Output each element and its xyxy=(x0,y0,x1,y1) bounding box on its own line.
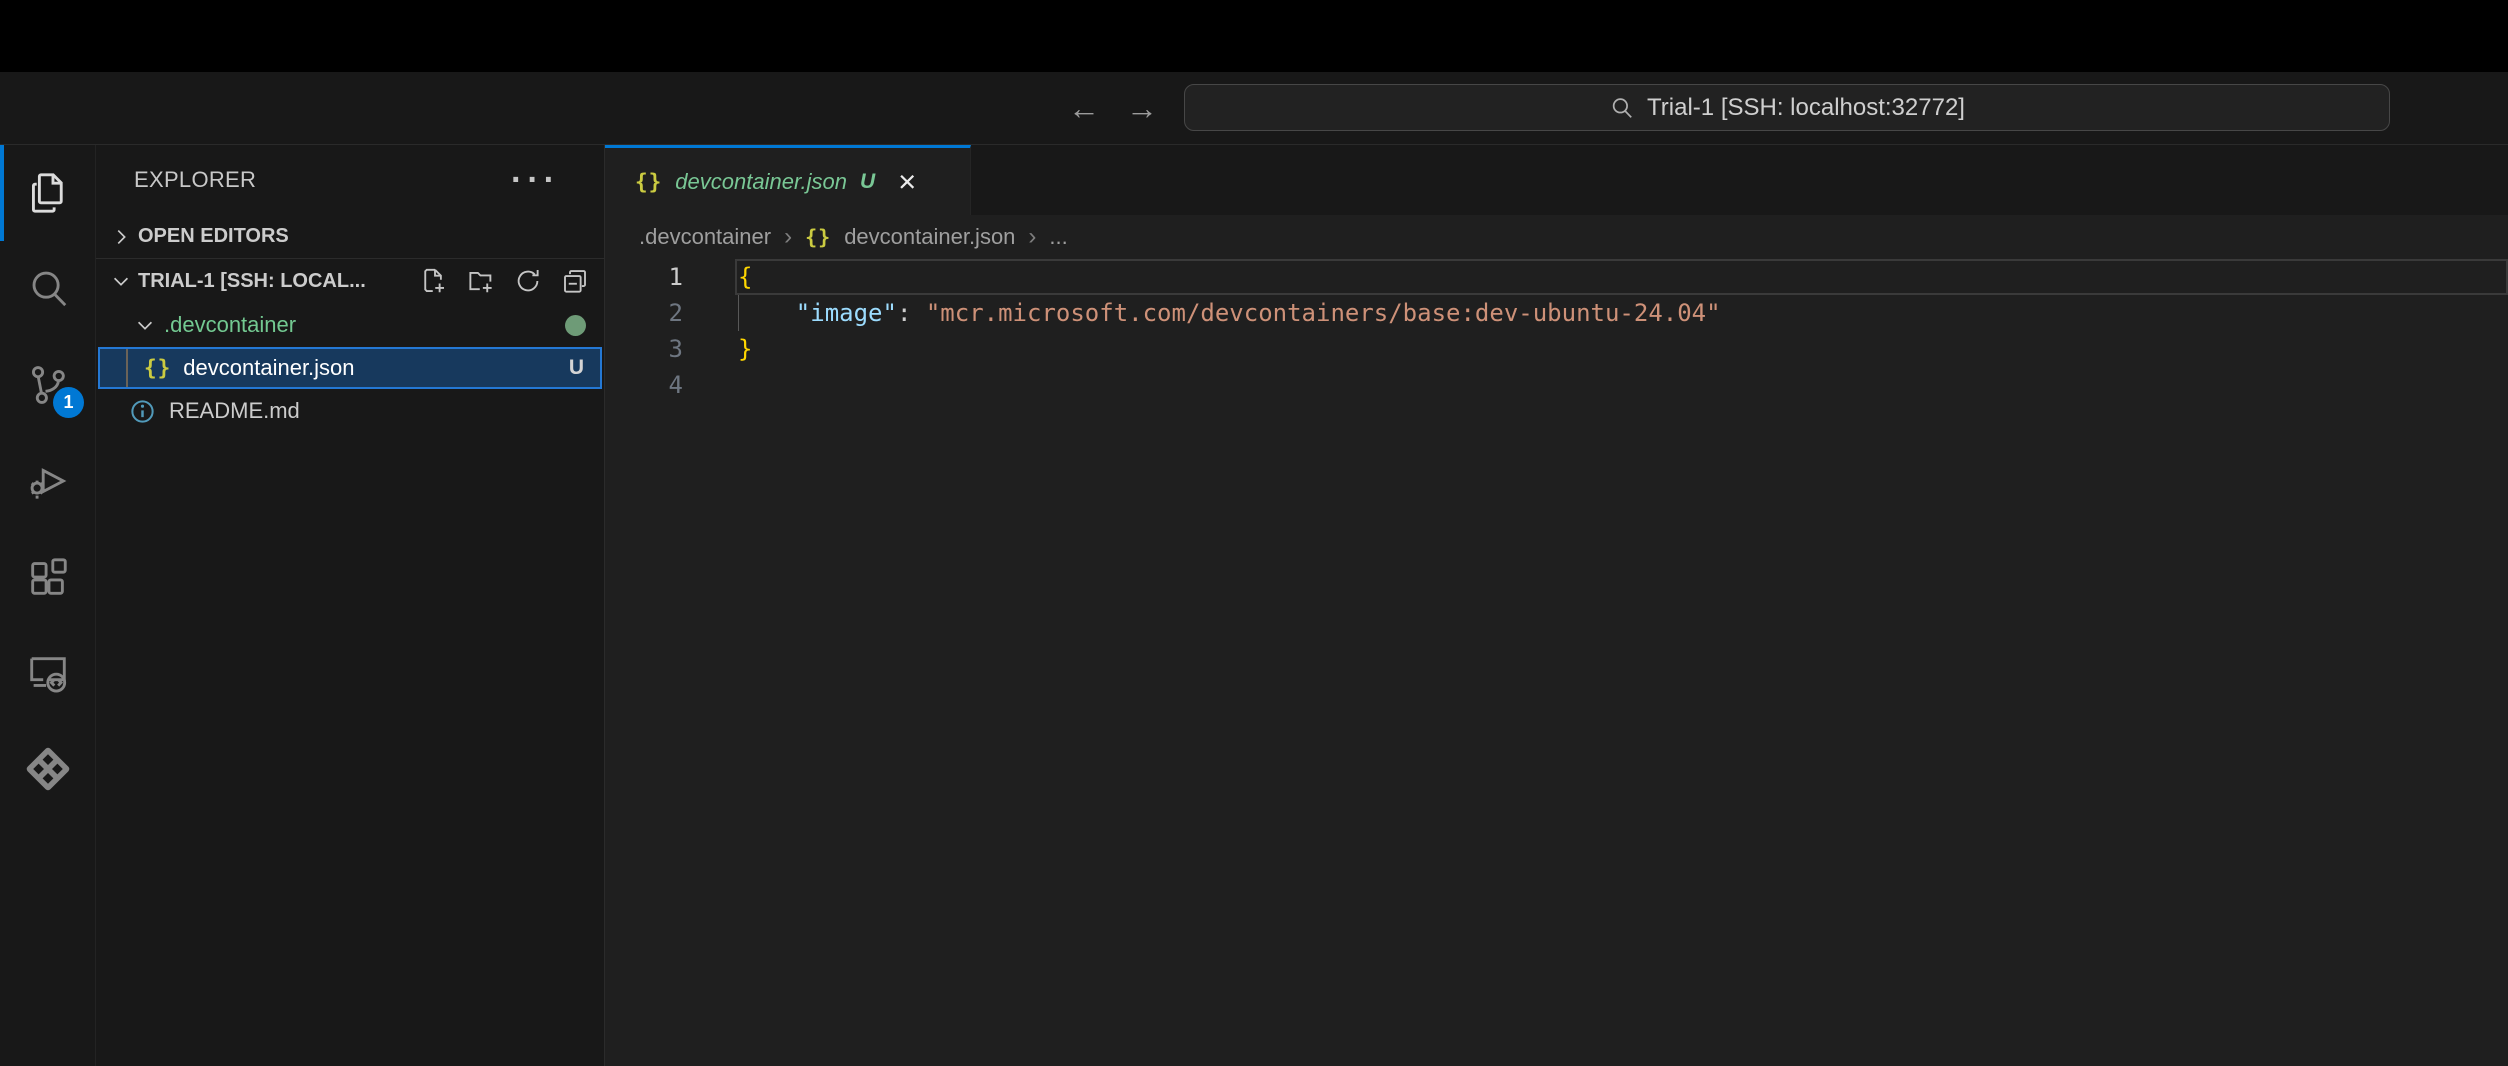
window-title-text: Trial-1 [SSH: localhost:32772] xyxy=(1647,94,1965,122)
tab-devcontainer-json[interactable]: {} devcontainer.json U × xyxy=(605,145,971,215)
line-number[interactable]: 3 xyxy=(605,331,683,367)
git-status-dot xyxy=(565,315,586,336)
tree-row-devcontainer-json[interactable]: {} devcontainer.json U xyxy=(98,347,602,389)
json-file-icon: {} xyxy=(805,225,831,249)
folder-label: .devcontainer xyxy=(164,312,296,338)
tree-indent-guide xyxy=(126,349,128,387)
code-line-3: 3 } xyxy=(605,331,2508,367)
files-icon xyxy=(25,170,71,216)
chevron-separator-icon: › xyxy=(1028,223,1036,251)
open-editors-section[interactable]: OPEN EDITORS xyxy=(96,215,604,259)
code-line-1: 1 { xyxy=(605,259,2508,295)
refresh-icon[interactable] xyxy=(513,266,543,296)
tab-bar: {} devcontainer.json U × xyxy=(605,145,2508,215)
search-icon xyxy=(25,266,71,312)
line-content: "image": "mcr.microsoft.com/devcontainer… xyxy=(738,295,1721,331)
token-property: "image" xyxy=(796,299,897,327)
magnifier-icon xyxy=(1609,95,1635,121)
extensions-icon xyxy=(25,554,71,600)
breadcrumb-symbol-more[interactable]: ... xyxy=(1049,224,1067,250)
activity-bar: 1 xyxy=(0,145,96,1066)
tree-row-readme[interactable]: README.md xyxy=(96,389,604,433)
open-editors-label: OPEN EDITORS xyxy=(138,225,289,248)
chevron-right-icon xyxy=(108,224,134,250)
forward-button[interactable]: → xyxy=(1124,90,1160,127)
editor-area: {} devcontainer.json U × .devcontainer ›… xyxy=(605,145,2508,1066)
git-untracked-badge: U xyxy=(569,356,584,380)
workbench: 1 xyxy=(0,145,2508,1066)
file-label: devcontainer.json xyxy=(183,355,354,381)
remote-explorer-icon xyxy=(25,650,71,696)
title-bar: ← → Trial-1 [SSH: localhost:32772] xyxy=(0,72,2508,145)
token-brace: { xyxy=(738,263,752,291)
breadcrumb-file[interactable]: devcontainer.json xyxy=(844,224,1015,250)
activity-item-run-debug[interactable] xyxy=(0,433,95,529)
file-label: README.md xyxy=(169,398,300,424)
close-icon[interactable]: × xyxy=(898,166,916,197)
line-content: } xyxy=(738,331,752,367)
activity-item-extensions[interactable] xyxy=(0,529,95,625)
chevron-down-icon xyxy=(108,268,134,294)
breadcrumb: .devcontainer › {} devcontainer.json › .… xyxy=(605,215,2508,259)
workspace-section-header[interactable]: TRIAL-1 [SSH: LOCAL... xyxy=(96,259,604,303)
line-number[interactable]: 1 xyxy=(605,259,683,295)
sidebar-title: EXPLORER xyxy=(134,167,256,193)
activity-item-explorer[interactable] xyxy=(0,145,95,241)
line-content: { xyxy=(738,259,752,295)
line-number[interactable]: 4 xyxy=(605,367,683,403)
new-folder-icon[interactable] xyxy=(466,266,496,296)
vscode-window: ← → Trial-1 [SSH: localhost:32772] xyxy=(0,0,2508,1066)
json-file-icon: {} xyxy=(635,170,662,194)
activity-item-azure-tools[interactable] xyxy=(0,721,95,817)
history-navigation: ← → xyxy=(1066,72,1160,144)
token-indent xyxy=(738,299,796,327)
tab-label: devcontainer.json xyxy=(675,169,847,195)
workspace-actions xyxy=(419,266,604,296)
activity-item-source-control[interactable]: 1 xyxy=(0,337,95,433)
file-tree: .devcontainer {} devcontainer.json U RE xyxy=(96,303,604,433)
code-line-2: 2 "image": "mcr.microsoft.com/devcontain… xyxy=(605,295,2508,331)
sidebar-title-row: EXPLORER ··· xyxy=(96,145,604,215)
code-line-4: 4 xyxy=(605,367,2508,403)
token-brace: } xyxy=(738,335,752,363)
token-punctuation: : xyxy=(897,299,926,327)
token-string: "mcr.microsoft.com/devcontainers/base:de… xyxy=(926,299,1721,327)
line-number[interactable]: 2 xyxy=(605,295,683,331)
info-icon xyxy=(129,398,156,425)
back-button[interactable]: ← xyxy=(1066,90,1102,127)
tab-untracked-badge: U xyxy=(860,170,875,194)
top-black-strip xyxy=(0,0,2508,72)
chevron-down-icon xyxy=(132,312,158,338)
workspace-label: TRIAL-1 [SSH: LOCAL... xyxy=(138,270,366,293)
diamond-grid-icon xyxy=(24,745,72,793)
json-file-icon: {} xyxy=(144,356,171,380)
chevron-separator-icon: › xyxy=(784,223,792,251)
activity-item-search[interactable] xyxy=(0,241,95,337)
breadcrumb-folder[interactable]: .devcontainer xyxy=(639,224,771,250)
debug-icon xyxy=(25,458,71,504)
new-file-icon[interactable] xyxy=(419,266,449,296)
more-actions-icon[interactable]: ··· xyxy=(511,175,560,185)
command-center-search[interactable]: Trial-1 [SSH: localhost:32772] xyxy=(1184,84,2390,131)
collapse-all-icon[interactable] xyxy=(560,266,590,296)
activity-item-remote-explorer[interactable] xyxy=(0,625,95,721)
tree-row-devcontainer-folder[interactable]: .devcontainer xyxy=(96,303,604,347)
explorer-sidebar: EXPLORER ··· OPEN EDITORS TRIAL-1 [SSH: … xyxy=(96,145,605,1066)
code-editor[interactable]: 1 { 2 "image": "mcr.microsoft.com/devcon… xyxy=(605,259,2508,1066)
scm-changes-badge: 1 xyxy=(53,387,84,418)
